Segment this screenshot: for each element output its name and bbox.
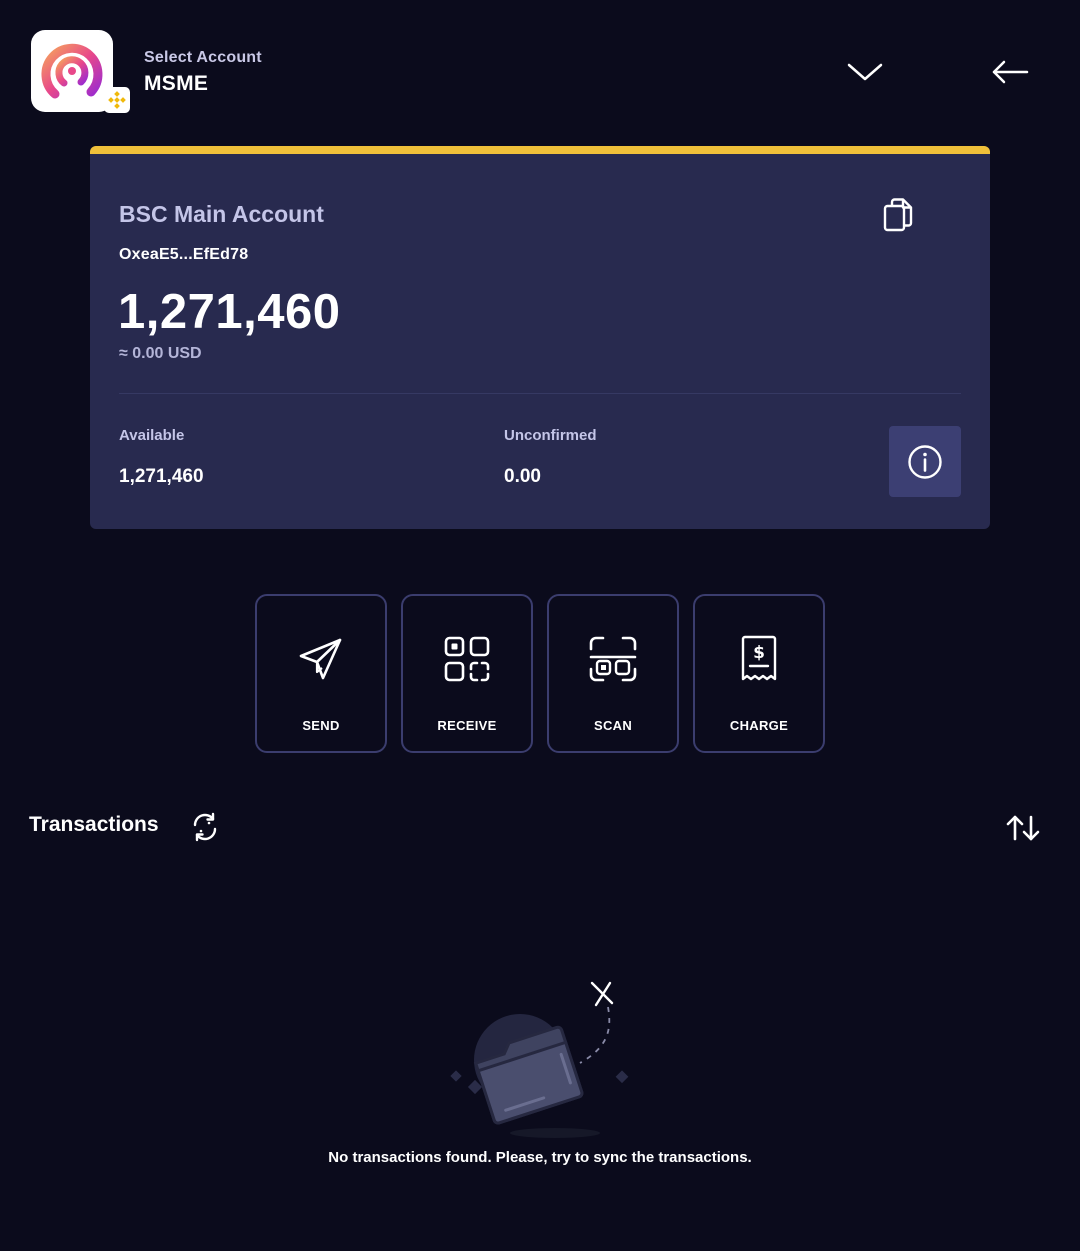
- receipt-dollar-icon: $: [741, 635, 777, 681]
- receive-button[interactable]: RECEIVE: [401, 594, 533, 753]
- bnb-chain-badge: [104, 87, 130, 113]
- sync-transactions-button[interactable]: [188, 810, 222, 844]
- app-logo-icon: [41, 43, 103, 99]
- card-divider: [119, 393, 961, 394]
- info-icon: [908, 444, 942, 479]
- app-logo[interactable]: [31, 30, 113, 112]
- select-account-label: Select Account: [144, 49, 262, 66]
- paper-plane-icon: [299, 638, 342, 680]
- unconfirmed-value: 0.00: [504, 466, 541, 487]
- send-button[interactable]: SEND: [255, 594, 387, 753]
- qr-code-icon: [444, 636, 490, 682]
- account-card: BSC Main Account OxeaE5...EfEd78 1,271,4…: [90, 146, 990, 529]
- copy-address-button[interactable]: [880, 196, 916, 234]
- info-button[interactable]: [889, 426, 961, 497]
- receive-label: RECEIVE: [437, 718, 497, 733]
- copy-icon: [883, 198, 913, 232]
- back-button[interactable]: [986, 54, 1034, 90]
- wallet-address: OxeaE5...EfEd78: [119, 246, 249, 263]
- transactions-title: Transactions: [29, 813, 159, 836]
- svg-text:$: $: [753, 643, 765, 663]
- charge-button[interactable]: $ CHARGE: [693, 594, 825, 753]
- account-dropdown-button[interactable]: [842, 54, 888, 90]
- available-value: 1,271,460: [119, 466, 204, 487]
- unconfirmed-label: Unconfirmed: [504, 427, 597, 444]
- arrow-left-icon: [992, 60, 1029, 84]
- empty-transactions-message: No transactions found. Please, try to sy…: [328, 1149, 752, 1166]
- scan-label: SCAN: [593, 718, 633, 733]
- fiat-balance: ≈ 0.00 USD: [119, 345, 202, 362]
- scan-button[interactable]: SCAN: [547, 594, 679, 753]
- bnb-icon: [108, 91, 126, 109]
- charge-label: CHARGE: [729, 718, 789, 733]
- total-balance: 1,271,460: [118, 285, 341, 339]
- card-accent-bar: [90, 146, 990, 154]
- wallet-screen: Select Account MSME BSC Main Account Oxe…: [0, 0, 1080, 1251]
- scan-icon: [589, 636, 637, 682]
- available-label: Available: [119, 427, 185, 444]
- action-buttons: SEND RECEIVE SCAN $ CHARGE: [255, 594, 825, 753]
- sort-arrows-icon: [1006, 815, 1040, 841]
- sort-transactions-button[interactable]: [1002, 810, 1044, 846]
- card-title: BSC Main Account: [119, 201, 324, 227]
- empty-folder-icon: [450, 981, 629, 1138]
- send-label: SEND: [302, 718, 340, 733]
- chevron-down-icon: [847, 63, 883, 81]
- account-name[interactable]: MSME: [144, 72, 208, 96]
- empty-folder-illustration: [440, 975, 640, 1145]
- sync-icon: [193, 812, 217, 842]
